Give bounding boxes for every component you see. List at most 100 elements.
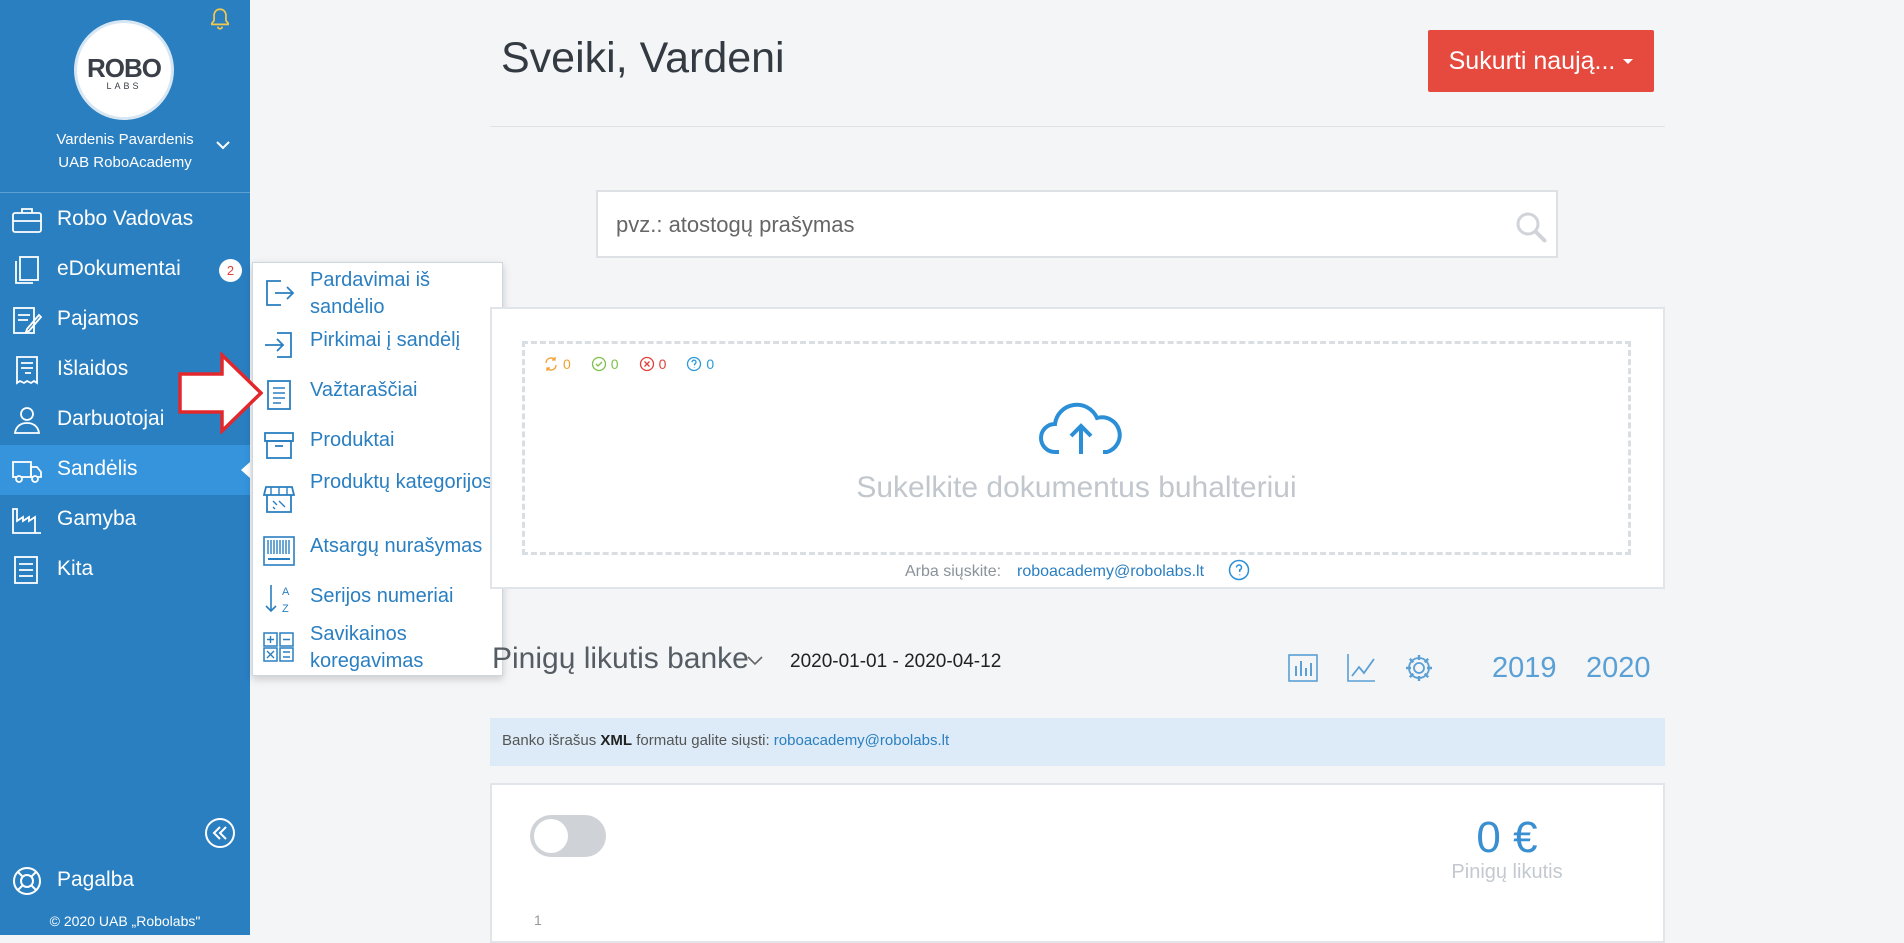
user-name: Vardenis Pavardenis <box>56 131 194 148</box>
income-icon <box>13 307 43 334</box>
bar-chart-icon[interactable] <box>1287 652 1319 684</box>
caret-down-icon <box>1623 58 1634 64</box>
counter-processing: 0 <box>543 356 571 372</box>
exit-icon <box>266 280 295 306</box>
nav-label: Robo Vadovas <box>57 207 194 230</box>
box-icon <box>264 432 294 459</box>
bank-balance-title: Pinigų likutis banke <box>492 642 749 675</box>
bell-icon[interactable] <box>207 6 233 32</box>
sync-icon <box>545 357 557 371</box>
warehouse-submenu: Pardavimai iš sandėlio Pirkimai į sandėl… <box>252 262 503 676</box>
sidebar-divider <box>0 192 250 193</box>
menu-label: Pirkimai į sandėlį <box>310 329 461 351</box>
calculator-icon <box>263 632 294 662</box>
nav-label: Sandėlis <box>57 457 138 480</box>
menu-item-pirkimai[interactable]: Pirkimai į sandėlį <box>253 327 504 367</box>
svg-text:A: A <box>282 586 290 598</box>
copyright: © 2020 UAB „Robolabs" <box>49 913 201 929</box>
gear-icon[interactable] <box>1403 652 1435 684</box>
documents-icon <box>15 256 39 284</box>
search-icon[interactable] <box>1514 210 1548 244</box>
menu-item-nurasymas[interactable]: Atsargų nurašymas <box>253 533 504 573</box>
nav-label: Darbuotojai <box>57 407 165 430</box>
menu-item-savikainos[interactable]: Savikainos koregavimas <box>253 621 504 675</box>
nav-label: Kita <box>57 557 94 580</box>
search-box <box>596 190 1558 258</box>
sort-az-icon: AZ <box>265 585 290 615</box>
balance-panel: 0 € Pinigų likutis 1 <box>490 783 1665 943</box>
counter-unknown: 0 <box>686 356 714 372</box>
menu-label: Serijos numeriai <box>310 585 454 607</box>
counter-value: 0 <box>658 356 667 372</box>
counter-value: 0 <box>706 356 715 372</box>
dropzone-text: Sukelkite dokumentus buhalteriui <box>856 471 1297 504</box>
header-divider <box>490 126 1665 127</box>
info-format: XML <box>600 732 633 749</box>
receipt-icon <box>16 356 38 385</box>
lifebuoy-icon <box>13 867 41 895</box>
company-name: UAB RoboAcademy <box>58 154 192 171</box>
x-circle-icon <box>639 356 654 372</box>
year-2020[interactable]: 2020 <box>1586 652 1651 685</box>
collapse-sidebar-icon[interactable] <box>204 817 236 849</box>
nav-edokumentai[interactable]: eDokumentai 2 <box>0 245 250 295</box>
nav-gamyba[interactable]: Gamyba <box>0 495 250 545</box>
balance-value: 0 € <box>1476 813 1538 862</box>
bank-email-link[interactable]: roboacademy@robolabs.lt <box>774 732 949 749</box>
chevron-down-icon[interactable] <box>214 136 232 154</box>
info-text: Banko išrašus XML formatu galite siųsti:… <box>502 732 949 749</box>
help-label: Pagalba <box>57 868 135 891</box>
menu-label: Atsargų nurašymas <box>310 535 483 557</box>
question-circle-icon <box>687 356 702 372</box>
chart-axis-tick: 1 <box>534 912 542 928</box>
store-icon <box>263 486 295 513</box>
menu-item-produktai[interactable]: Produktai <box>253 427 504 467</box>
nav-robo-vadovas[interactable]: Robo Vadovas <box>0 195 250 245</box>
nav-kita[interactable]: Kita <box>0 545 250 595</box>
year-2019[interactable]: 2019 <box>1492 652 1557 685</box>
annotation-arrow <box>178 352 263 434</box>
cloud-upload-icon <box>1039 402 1122 454</box>
counter-rejected: 0 <box>639 356 667 372</box>
nav-sandelis[interactable]: Sandėlis <box>0 445 250 495</box>
info-suffix: formatu galite siųsti: <box>632 732 774 749</box>
nav-label: eDokumentai <box>57 257 181 280</box>
create-new-button[interactable]: Sukurti naują... <box>1428 30 1654 92</box>
upload-email-link[interactable]: roboacademy@robolabs.lt <box>1017 563 1204 581</box>
list-icon <box>14 556 38 584</box>
enter-icon <box>265 332 292 358</box>
employee-icon <box>13 407 41 434</box>
user-info[interactable]: Vardenis Pavardenis UAB RoboAcademy <box>20 128 230 174</box>
counter-value: 0 <box>563 356 571 372</box>
balance-toggle[interactable] <box>530 815 606 857</box>
logo-text: ROBO <box>87 53 162 83</box>
bank-info-bar: Banko išrašus XML formatu galite siųsti:… <box>490 718 1665 766</box>
line-chart-icon[interactable] <box>1345 652 1377 684</box>
help-link[interactable]: Pagalba <box>0 861 250 901</box>
truck-icon <box>12 461 42 483</box>
svg-text:Z: Z <box>282 603 289 615</box>
menu-item-vaztarasciai[interactable]: Važtaraščiai <box>253 377 504 417</box>
question-circle-icon[interactable] <box>1228 559 1250 581</box>
menu-label: Pardavimai iš sandėlio <box>310 269 431 318</box>
nav-label: Išlaidos <box>57 357 129 380</box>
page-title: Sveiki, Vardeni <box>501 34 785 82</box>
create-button-label: Sukurti naują... <box>1448 46 1616 75</box>
menu-item-kategorijos[interactable]: Produktų kategorijos <box>253 469 504 527</box>
nav-pajamos[interactable]: Pajamos <box>0 295 250 345</box>
document-icon <box>267 380 291 410</box>
check-circle-icon <box>591 356 606 372</box>
date-range[interactable]: 2020-01-01 - 2020-04-12 <box>790 651 1001 673</box>
counter-approved: 0 <box>591 356 619 372</box>
chevron-down-icon[interactable] <box>745 653 765 669</box>
company-logo[interactable]: ROBO LABS <box>74 20 174 120</box>
search-input[interactable] <box>614 210 1494 240</box>
notification-badge: 2 <box>219 259 242 282</box>
document-dropzone[interactable]: 0 0 0 0 Sukelkite dokumentus buhalteriui <box>522 341 1631 555</box>
menu-item-pardavimai[interactable]: Pardavimai iš sandėlio <box>253 267 504 321</box>
upload-counters: 0 0 0 0 <box>543 356 714 372</box>
menu-label: Produktų kategorijos <box>310 471 493 493</box>
menu-item-serijos[interactable]: AZ Serijos numeriai <box>253 583 504 623</box>
balance-label: Pinigų likutis <box>1451 861 1563 883</box>
menu-label: Važtaraščiai <box>310 379 418 401</box>
